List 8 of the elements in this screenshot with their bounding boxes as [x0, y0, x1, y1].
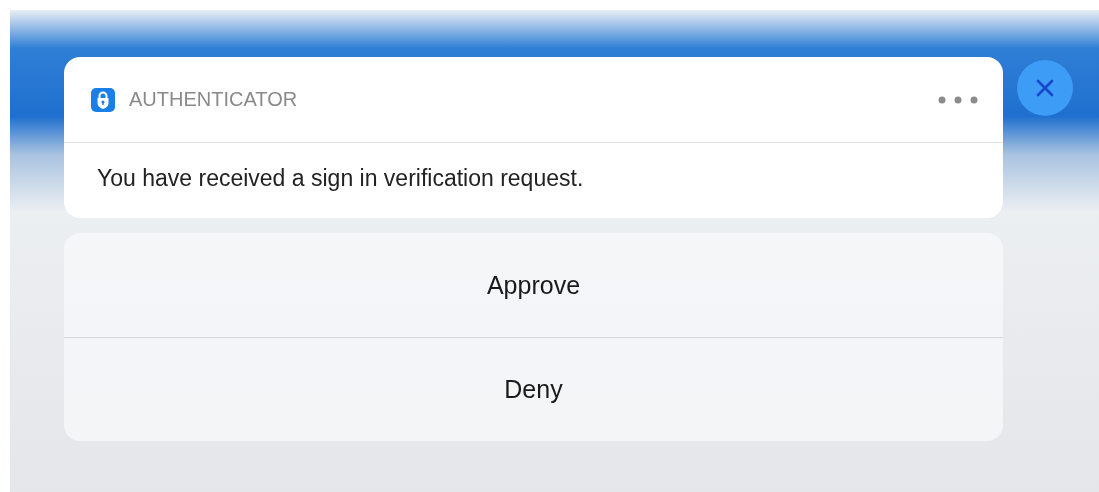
notification-message: You have received a sign in verification request. [97, 165, 584, 193]
action-button[interactable]: Deny [64, 337, 1003, 441]
app-name: AUTHENTICATOR [129, 88, 299, 111]
close-button[interactable] [1017, 60, 1073, 116]
action-button[interactable]: Approve [64, 233, 1003, 337]
padlock-app-icon [91, 87, 115, 112]
close-icon [1036, 79, 1054, 97]
more-icon[interactable] [938, 95, 978, 104]
